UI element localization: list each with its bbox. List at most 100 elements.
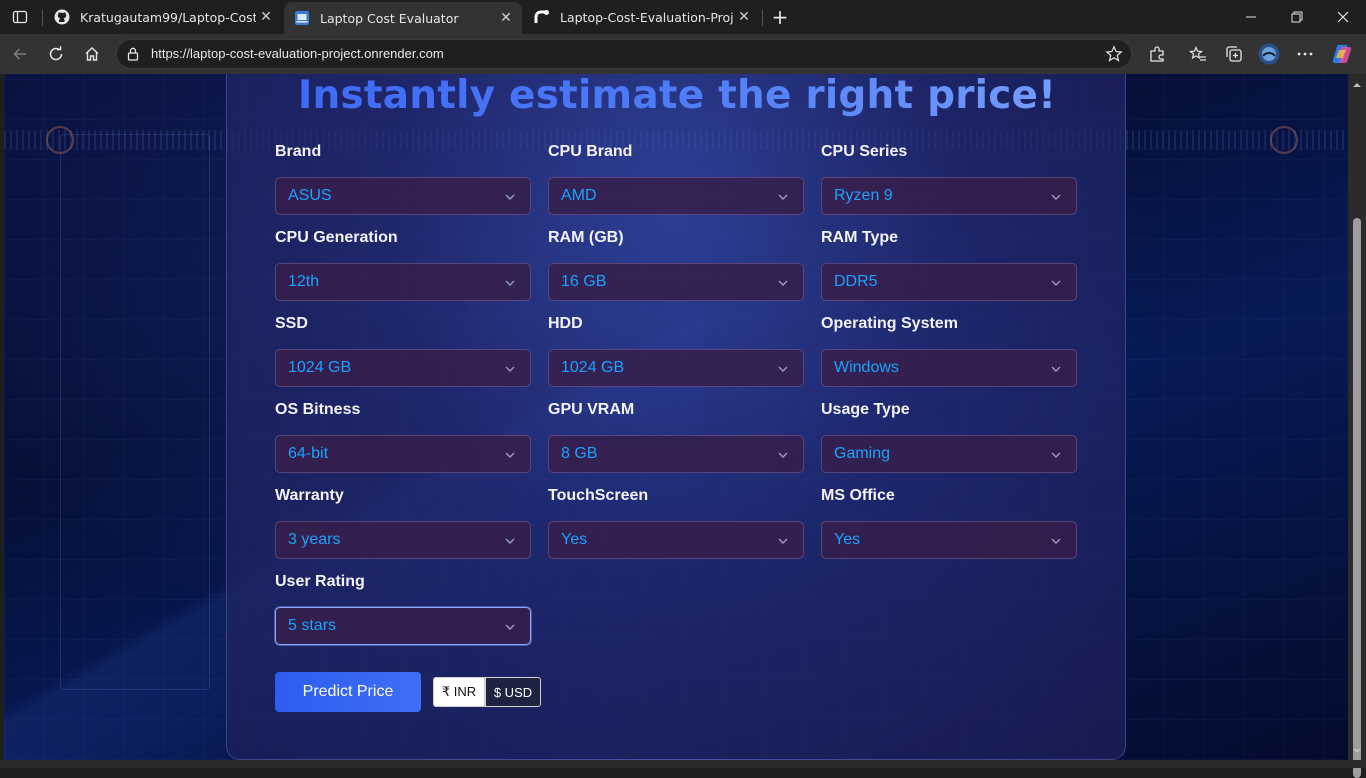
select-value: Yes	[561, 531, 588, 548]
gpu-vram-field: GPU VRAM 8 GB	[548, 401, 804, 473]
brand-select[interactable]: ASUS	[275, 177, 531, 215]
ssd-field: SSD 1024 GB	[275, 315, 531, 387]
chevron-down-icon	[778, 280, 788, 286]
select-value: 5 stars	[288, 617, 337, 634]
tab-render-dashboard[interactable]: Laptop-Cost-Evaluation-Project · ✕	[524, 2, 760, 32]
ram-select[interactable]: 16 GB	[548, 263, 804, 301]
restore-icon[interactable]	[1274, 0, 1320, 34]
chevron-down-icon	[1051, 280, 1061, 286]
chevron-down-icon	[1051, 366, 1061, 372]
cpu-brand-field: CPU Brand AMD	[548, 143, 804, 215]
operating-system-select[interactable]: Windows	[821, 349, 1077, 387]
new-tab-icon[interactable]: +	[768, 5, 792, 29]
home-icon[interactable]	[78, 40, 106, 68]
browser-toolbar: https://laptop-cost-evaluation-project.o…	[0, 34, 1366, 74]
currency-usd-toggle[interactable]: $ USD	[485, 677, 541, 707]
refresh-icon[interactable]	[42, 40, 70, 68]
cpu-series-select[interactable]: Ryzen 9	[821, 177, 1077, 215]
touchscreen-field: TouchScreen Yes	[548, 487, 804, 559]
background-panel	[60, 134, 210, 690]
cpu-brand-select[interactable]: AMD	[548, 177, 804, 215]
close-tab-icon[interactable]: ✕	[734, 7, 754, 27]
field-label: SSD	[275, 315, 308, 332]
os-bitness-field: OS Bitness 64-bit	[275, 401, 531, 473]
warranty-select[interactable]: 3 years	[275, 521, 531, 559]
tab-title: Kratugautam99/Laptop-Cost-Eval	[80, 9, 256, 25]
ms-office-select[interactable]: Yes	[821, 521, 1077, 559]
tab-separator	[762, 10, 763, 26]
tab-separator	[42, 10, 43, 26]
chevron-down-icon	[505, 194, 515, 200]
lock-icon[interactable]	[125, 46, 141, 62]
minimize-icon[interactable]	[1228, 0, 1274, 34]
select-value: DDR5	[834, 273, 878, 290]
usage-type-select[interactable]: Gaming	[821, 435, 1077, 473]
laptop-favicon-icon	[294, 10, 310, 26]
os-bitness-select[interactable]: 64-bit	[275, 435, 531, 473]
field-label: RAM (GB)	[548, 229, 624, 246]
ram-field: RAM (GB) 16 GB	[548, 229, 804, 301]
favorite-star-icon[interactable]	[1105, 45, 1123, 63]
chevron-down-icon	[778, 366, 788, 372]
render-favicon-icon	[534, 9, 550, 25]
select-value: AMD	[561, 187, 597, 204]
chevron-down-icon	[505, 452, 515, 458]
chevron-down-icon	[505, 624, 515, 630]
scroll-up-icon[interactable]	[1352, 80, 1362, 90]
close-tab-icon[interactable]: ✕	[496, 8, 516, 28]
select-value: 12th	[288, 273, 320, 290]
cpu-generation-field: CPU Generation 12th	[275, 229, 531, 301]
scrollbar-thumb[interactable]	[1353, 218, 1361, 778]
ram-type-select[interactable]: DDR5	[821, 263, 1077, 301]
collections-icon[interactable]	[1223, 43, 1245, 65]
ram-type-field: RAM Type DDR5	[821, 229, 1077, 301]
ssd-select[interactable]: 1024 GB	[275, 349, 531, 387]
chevron-down-icon	[1051, 538, 1061, 544]
user-rating-select[interactable]: 5 stars	[275, 607, 531, 645]
scroll-down-icon[interactable]	[1352, 746, 1362, 756]
cpu-generation-select[interactable]: 12th	[275, 263, 531, 301]
evaluator-card: Instantly estimate the right price! Bran…	[226, 74, 1126, 760]
address-bar[interactable]: https://laptop-cost-evaluation-project.o…	[116, 39, 1132, 69]
select-value: ASUS	[288, 187, 332, 204]
field-label: OS Bitness	[275, 401, 361, 418]
hdd-select[interactable]: 1024 GB	[548, 349, 804, 387]
touchscreen-select[interactable]: Yes	[548, 521, 804, 559]
select-value: 64-bit	[288, 445, 329, 462]
tab-github[interactable]: Kratugautam99/Laptop-Cost-Eval ✕	[44, 2, 282, 32]
tab-laptop-cost-evaluator[interactable]: Laptop Cost Evaluator ✕	[284, 2, 522, 34]
select-value: 8 GB	[561, 445, 598, 462]
field-label: GPU VRAM	[548, 401, 635, 418]
chevron-down-icon	[505, 280, 515, 286]
select-value: Ryzen 9	[834, 187, 893, 204]
field-label: RAM Type	[821, 229, 899, 246]
chevron-down-icon	[778, 194, 788, 200]
page-viewport: Instantly estimate the right price! Bran…	[4, 74, 1348, 760]
gpu-vram-select[interactable]: 8 GB	[548, 435, 804, 473]
back-icon[interactable]	[6, 40, 34, 68]
field-label: User Rating	[275, 573, 365, 590]
field-label: HDD	[548, 315, 583, 332]
profile-avatar-icon[interactable]	[1258, 43, 1280, 65]
close-window-icon[interactable]	[1320, 0, 1366, 34]
predict-price-button[interactable]: Predict Price	[275, 672, 421, 712]
github-icon	[54, 9, 70, 25]
currency-inr-toggle[interactable]: ₹ INR	[433, 677, 485, 707]
field-label: CPU Brand	[548, 143, 633, 160]
field-label: TouchScreen	[548, 487, 649, 504]
close-tab-icon[interactable]: ✕	[256, 7, 276, 27]
ms-office-field: MS Office Yes	[821, 487, 1077, 559]
tab-bar: Kratugautam99/Laptop-Cost-Eval ✕ Laptop …	[0, 0, 1366, 34]
favorites-icon[interactable]	[1187, 43, 1209, 65]
window-bottom-edge	[0, 760, 1366, 768]
hdd-field: HDD 1024 GB	[548, 315, 804, 387]
page-scrollbar[interactable]	[1348, 74, 1366, 778]
copilot-icon[interactable]	[1331, 43, 1353, 65]
tab-title: Laptop Cost Evaluator	[320, 10, 459, 26]
more-options-icon[interactable]	[1294, 43, 1316, 65]
tab-actions-icon[interactable]	[8, 6, 32, 28]
brand-field: Brand ASUS	[275, 143, 531, 215]
url-text[interactable]: https://laptop-cost-evaluation-project.o…	[151, 46, 444, 61]
select-value: 1024 GB	[288, 359, 352, 376]
extensions-icon[interactable]	[1146, 43, 1168, 65]
